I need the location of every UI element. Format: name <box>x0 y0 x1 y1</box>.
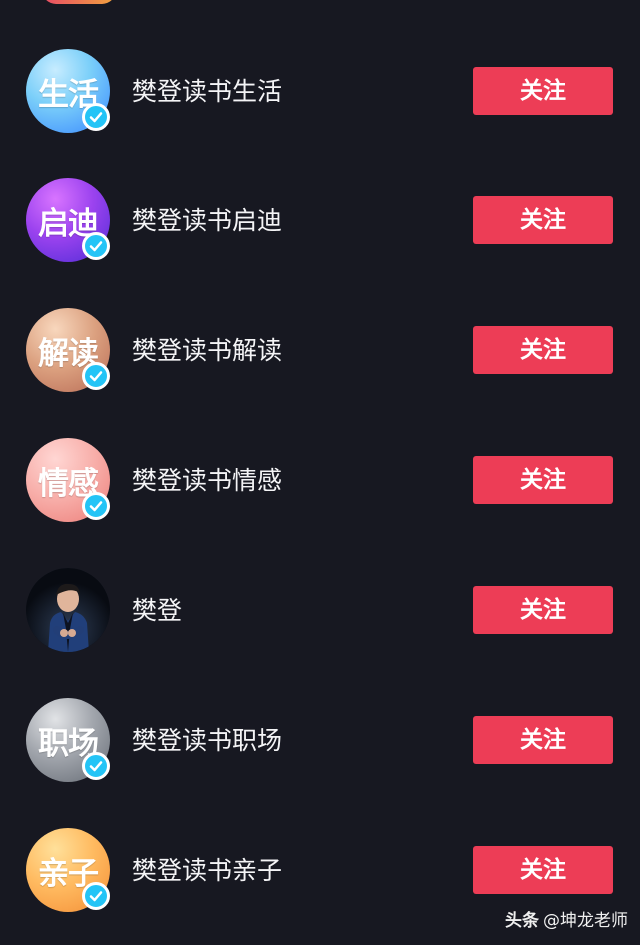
partial-avatar-top <box>42 0 116 4</box>
account-row-7: 亲子 樊登读书亲子 关注 <box>0 826 640 914</box>
account-row-5: 樊登 关注 <box>0 566 640 654</box>
follow-button[interactable]: 关注 <box>473 456 613 504</box>
account-name: 樊登读书情感 <box>132 466 283 495</box>
source-watermark: 头条 @坤龙老师 <box>505 911 628 931</box>
avatar-image <box>26 568 110 652</box>
avatar-shengguo[interactable]: 生活 <box>26 49 112 135</box>
verified-check-icon <box>82 752 110 780</box>
account-row-3: 解读 樊登读书解读 关注 <box>0 306 640 394</box>
check-icon <box>89 761 103 772</box>
account-name: 樊登读书解读 <box>132 336 283 365</box>
check-icon <box>89 891 103 902</box>
follow-button[interactable]: 关注 <box>473 67 613 115</box>
account-name: 樊登读书启迪 <box>132 206 283 235</box>
presenter-photo-icon <box>26 568 110 652</box>
watermark-brand: 头条 <box>505 911 539 931</box>
account-name: 樊登读书生活 <box>132 77 283 106</box>
follow-button[interactable]: 关注 <box>473 326 613 374</box>
avatar-jiedu[interactable]: 解读 <box>26 308 112 394</box>
avatar-qidi[interactable]: 启迪 <box>26 178 112 264</box>
avatar-qinggan[interactable]: 情感 <box>26 438 112 524</box>
follow-button[interactable]: 关注 <box>473 586 613 634</box>
verified-check-icon <box>82 362 110 390</box>
watermark-handle: @坤龙老师 <box>543 911 628 931</box>
avatar-qinzi[interactable]: 亲子 <box>26 828 112 914</box>
account-name: 樊登 <box>132 596 183 625</box>
check-icon <box>89 112 103 123</box>
verified-check-icon <box>82 492 110 520</box>
follow-button[interactable]: 关注 <box>473 846 613 894</box>
check-icon <box>89 241 103 252</box>
follow-button[interactable]: 关注 <box>473 716 613 764</box>
account-row-6: 职场 樊登读书职场 关注 <box>0 696 640 784</box>
follow-button[interactable]: 关注 <box>473 196 613 244</box>
account-name: 樊登读书职场 <box>132 726 283 755</box>
follow-recommendation-list: 生活 樊登读书生活 关注 启迪 樊登读书启迪 关注 解读 樊登读书解读 关注 情… <box>0 0 640 945</box>
account-name: 樊登读书亲子 <box>132 856 283 885</box>
avatar-fandeng[interactable] <box>26 568 112 654</box>
check-icon <box>89 501 103 512</box>
account-row-2: 启迪 樊登读书启迪 关注 <box>0 176 640 264</box>
check-icon <box>89 371 103 382</box>
verified-check-icon <box>82 882 110 910</box>
avatar-zhichang[interactable]: 职场 <box>26 698 112 784</box>
account-row-1: 生活 樊登读书生活 关注 <box>0 47 640 135</box>
account-row-4: 情感 樊登读书情感 关注 <box>0 436 640 524</box>
verified-check-icon <box>82 103 110 131</box>
verified-check-icon <box>82 232 110 260</box>
